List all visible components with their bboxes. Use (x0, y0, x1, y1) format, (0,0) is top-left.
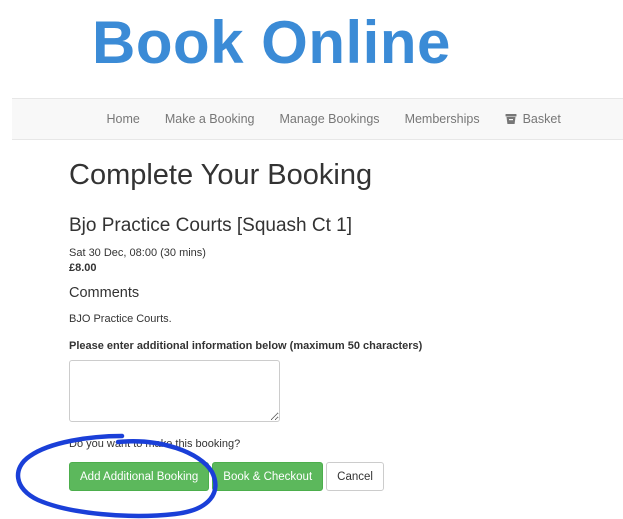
nav-link-basket[interactable]: Basket (492, 99, 573, 139)
venue-heading: Bjo Practice Courts [Squash Ct 1] (69, 215, 353, 236)
comments-heading: Comments (69, 285, 140, 301)
cancel-button[interactable]: Cancel (326, 462, 384, 491)
nav-item-memberships: Memberships (392, 99, 492, 139)
basket-label: Basket (522, 112, 561, 126)
nav-list: Home Make a Booking Manage Bookings Memb… (94, 99, 573, 139)
nav-item-basket: Basket (492, 99, 573, 139)
nav-link-manage-bookings[interactable]: Manage Bookings (267, 99, 392, 139)
page-heading: Complete Your Booking (69, 159, 373, 191)
booking-slot: Sat 30 Dec, 08:00 (30 mins) (69, 247, 206, 259)
nav-item-home: Home (94, 99, 152, 139)
nav-link-make-booking[interactable]: Make a Booking (152, 99, 267, 139)
top-navbar: Home Make a Booking Manage Bookings Memb… (12, 98, 623, 140)
book-checkout-button[interactable]: Book & Checkout (212, 462, 324, 491)
action-buttons: Add Additional Booking Book & Checkout C… (69, 462, 609, 491)
nav-link-memberships[interactable]: Memberships (392, 99, 492, 139)
add-additional-booking-button[interactable]: Add Additional Booking (69, 462, 210, 491)
nav-item-manage-bookings: Manage Bookings (267, 99, 392, 139)
comments-text: BJO Practice Courts. (69, 313, 172, 325)
basket-icon (505, 114, 517, 124)
confirm-question: Do you want to make this booking? (69, 438, 241, 450)
additional-info-label: Please enter additional information belo… (69, 340, 423, 352)
nav-link-home[interactable]: Home (94, 99, 152, 139)
booking-page: Book Online Home Make a Booking Manage B… (0, 0, 623, 519)
site-title: Book Online (92, 9, 451, 76)
booking-price: £8.00 (69, 262, 97, 274)
nav-item-make-booking: Make a Booking (152, 99, 267, 139)
additional-info-textarea[interactable] (69, 360, 280, 422)
booking-content: Complete Your Booking Bjo Practice Court… (69, 150, 609, 491)
